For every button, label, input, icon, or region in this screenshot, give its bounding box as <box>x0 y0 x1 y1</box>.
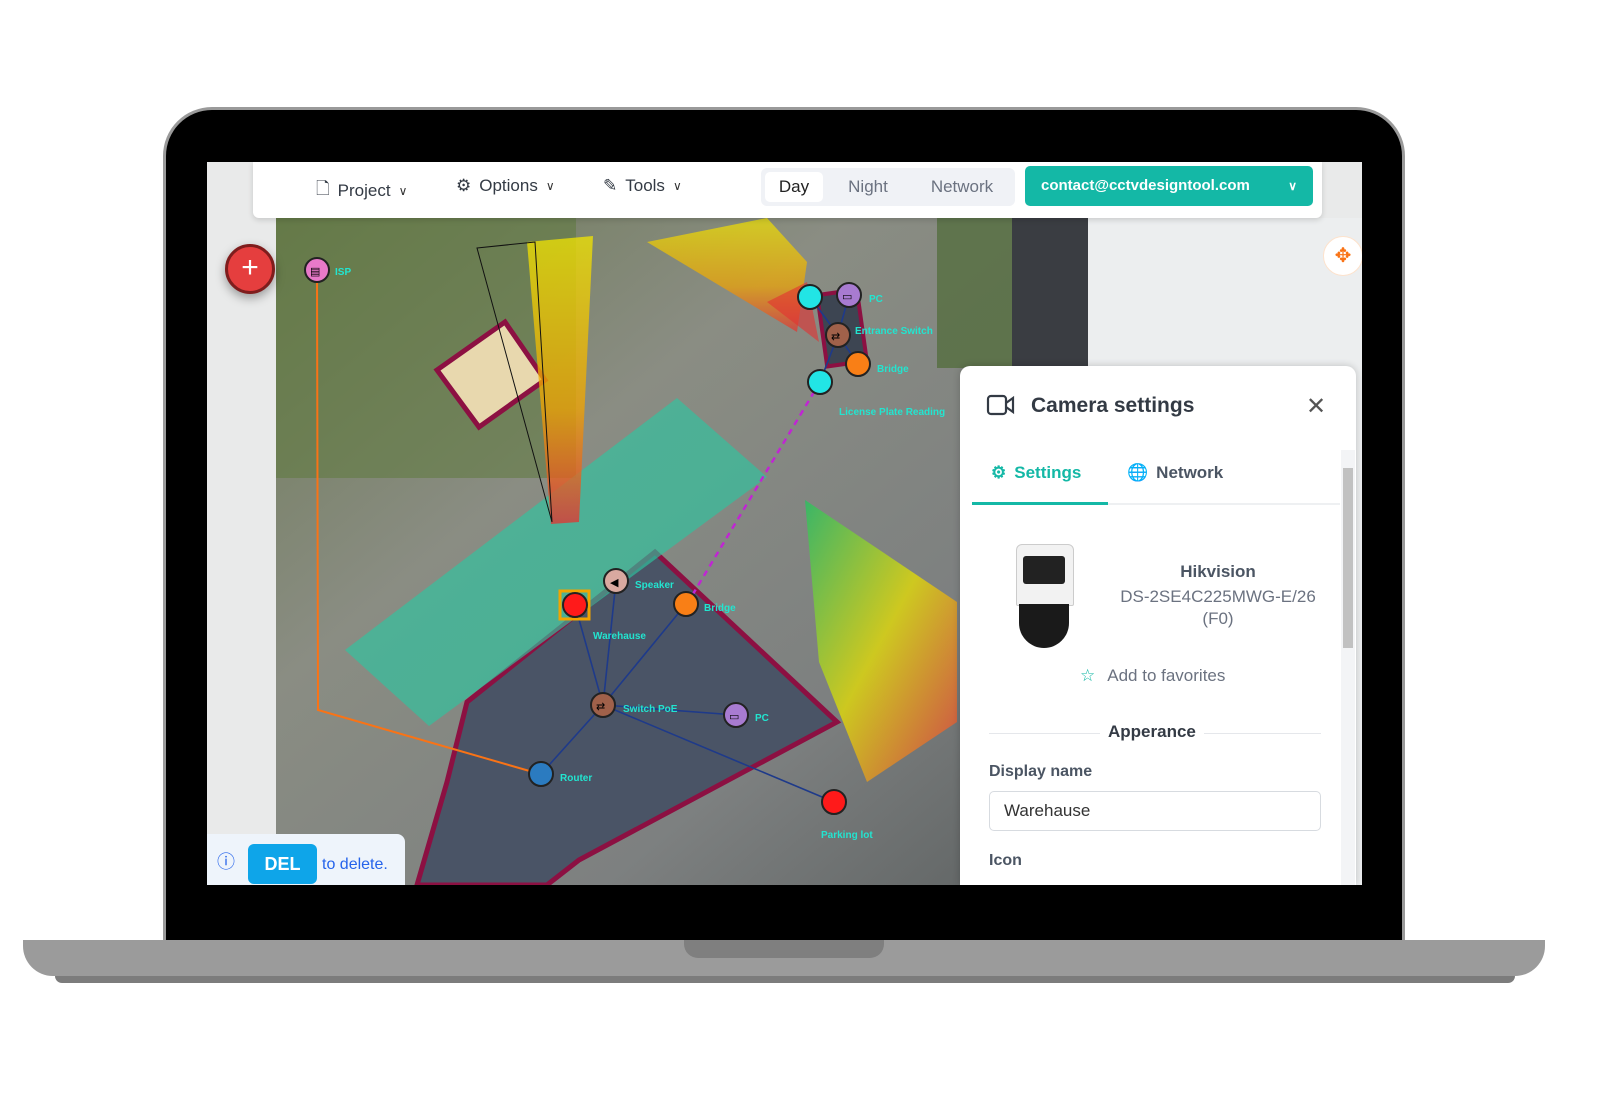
gear-icon: ⚙ <box>991 463 1007 482</box>
device-label: License Plate Reading <box>839 407 945 418</box>
device-camera-entrance[interactable] <box>797 284 823 310</box>
svg-text:▭: ▭ <box>842 291 852 303</box>
device-label: Warehause <box>593 631 646 642</box>
device-label: Entrance Switch <box>855 326 933 337</box>
account-menu[interactable]: contact@cctvdesigntool.com ∨ <box>1025 166 1313 206</box>
road <box>1012 218 1088 368</box>
device-label: Router <box>560 773 592 784</box>
top-toolbar: 🗋 Project ∨ ⚙ Options ∨ ✎ Tools ∨ Day Night Ne… <box>253 162 1322 218</box>
tab-label: Network <box>1156 463 1224 482</box>
mode-night[interactable]: Night <box>837 172 899 202</box>
device-label: Speaker <box>635 580 674 591</box>
mode-day[interactable]: Day <box>765 172 823 202</box>
laptop-base-shadow <box>55 976 1515 983</box>
display-name-label: Display name <box>989 763 1093 780</box>
device-label: PC <box>869 294 883 305</box>
tools-menu[interactable]: ✎ Tools ∨ <box>603 176 682 196</box>
device-camera-lpr[interactable] <box>807 369 833 395</box>
pencil-icon: ✎ <box>603 176 618 195</box>
device-bridge-warehouse[interactable] <box>673 591 699 617</box>
display-name-input[interactable] <box>989 791 1321 831</box>
chevron-down-icon: ∨ <box>672 179 682 193</box>
device-camera-warehause[interactable] <box>562 592 588 618</box>
panel-scrollbar[interactable] <box>1341 450 1355 885</box>
device-label: Switch PoE <box>623 704 678 715</box>
device-pc-warehouse[interactable]: ▭ <box>723 702 749 728</box>
device-label: Bridge <box>877 364 909 375</box>
svg-text:⇄: ⇄ <box>596 701 605 713</box>
tab-network[interactable]: 🌐 Network <box>1127 463 1223 483</box>
svg-text:⇄: ⇄ <box>831 331 840 343</box>
add-device-button[interactable]: + <box>225 244 275 294</box>
device-switch-entrance[interactable]: ⇄ <box>825 322 851 348</box>
device-switch-poe[interactable]: ⇄ <box>590 692 616 718</box>
tab-label: Settings <box>1014 463 1082 482</box>
account-email: contact@cctvdesigntool.com <box>1041 177 1250 194</box>
panel-title: Camera settings <box>1031 394 1195 417</box>
svg-text:▭: ▭ <box>729 711 739 723</box>
device-label: Bridge <box>704 603 736 614</box>
device-router[interactable] <box>528 761 554 787</box>
options-menu[interactable]: ⚙ Options ∨ <box>456 176 555 196</box>
info-icon: ⓘ <box>217 852 235 872</box>
plus-icon: + <box>241 251 259 284</box>
camera-settings-panel: Camera settings ✕ ⚙ Settings 🌐 Network Hik… <box>960 366 1356 885</box>
device-speaker[interactable]: ◀ <box>603 568 629 594</box>
menu-label: Project <box>337 180 391 200</box>
icon-label: Icon <box>989 852 1022 869</box>
section-title: Apperance <box>1100 722 1204 742</box>
device-camera-parking[interactable] <box>821 789 847 815</box>
file-icon: 🗋 <box>316 179 330 198</box>
device-label: ISP <box>335 267 351 278</box>
pan-button[interactable]: ✥ <box>1323 236 1362 276</box>
del-key[interactable]: DEL <box>248 844 317 884</box>
camera-product-image <box>1016 544 1074 648</box>
device-bridge-entrance[interactable] <box>845 351 871 377</box>
add-to-favorites[interactable]: ☆ Add to favorites <box>1080 666 1225 686</box>
delete-hint: ⓘ DEL to delete. <box>207 834 405 885</box>
video-camera-icon <box>986 394 1015 416</box>
menu-label: Options <box>479 176 538 195</box>
move-icon: ✥ <box>1334 245 1352 267</box>
menu-label: Tools <box>625 176 665 195</box>
chevron-down-icon: ∨ <box>398 183 408 198</box>
svg-text:▤: ▤ <box>310 266 320 278</box>
project-menu[interactable]: 🗋 Project ∨ <box>316 176 407 205</box>
chevron-down-icon: ∨ <box>1288 179 1297 193</box>
mode-network[interactable]: Network <box>919 172 1005 202</box>
device-pc-entrance[interactable]: ▭ <box>836 282 862 308</box>
globe-icon: 🌐 <box>1127 463 1149 482</box>
device-label: PC <box>755 713 769 724</box>
view-mode-switch: Day Night Network <box>761 168 1015 206</box>
gear-icon: ⚙ <box>456 176 472 195</box>
camera-brand: Hikvision <box>1180 562 1256 581</box>
device-label: Parking lot <box>821 830 873 841</box>
favorites-label: Add to favorites <box>1107 666 1226 685</box>
laptop-notch <box>684 940 884 958</box>
device-isp[interactable]: ▤ <box>304 257 330 283</box>
scrollbar-thumb[interactable] <box>1343 468 1353 648</box>
hint-text: to delete. <box>322 856 388 873</box>
star-icon: ☆ <box>1080 666 1096 685</box>
active-tab-indicator <box>972 502 1108 505</box>
close-icon[interactable]: ✕ <box>1306 392 1326 421</box>
camera-model: DS-2SE4C225MWG-E/26(F0) <box>1120 587 1316 628</box>
svg-text:◀: ◀ <box>610 577 619 589</box>
app-screen: ▤ ISP ▭ PC ⇄ Entrance Switch Bridge Lice… <box>207 162 1362 885</box>
chevron-down-icon: ∨ <box>545 179 555 193</box>
tab-settings[interactable]: ⚙ Settings <box>991 463 1081 483</box>
